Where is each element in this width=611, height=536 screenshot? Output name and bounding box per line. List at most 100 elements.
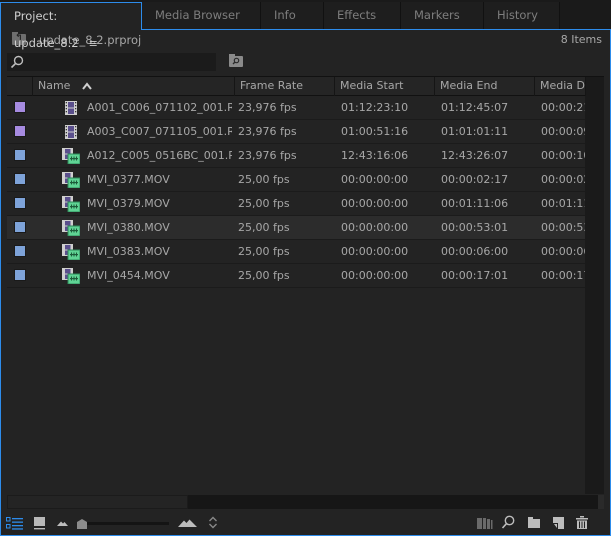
- zoom-in-icon[interactable]: [178, 519, 197, 527]
- clip-name[interactable]: A001_C006_071102_001.R3: [87, 96, 232, 119]
- slider-handle[interactable]: [77, 519, 87, 529]
- clip-name[interactable]: MVI_0454.MOV: [87, 264, 232, 287]
- media-end: 01:12:45:07: [441, 101, 509, 114]
- media-end: 00:00:06:00: [441, 245, 509, 258]
- tab-label: Markers: [414, 8, 460, 22]
- av-clip-icon: [62, 244, 80, 260]
- media-duration: 00:00:21:: [541, 101, 585, 114]
- tab-history[interactable]: History: [484, 2, 560, 29]
- clip-name[interactable]: A003_C007_071105_001.R3: [87, 120, 232, 143]
- clear-trash-icon[interactable]: [576, 516, 588, 529]
- tab-project[interactable]: Project: update_8.2 ≡: [0, 2, 142, 50]
- clip-name[interactable]: MVI_0379.MOV: [87, 192, 232, 215]
- label-column-header[interactable]: [7, 77, 32, 96]
- table-row[interactable]: MVI_0379.MOV 25,00 fps 00:00:00:00 00:01…: [7, 192, 585, 216]
- column-header-frame-rate[interactable]: Frame Rate: [234, 77, 334, 96]
- video-clip-icon: [62, 124, 80, 140]
- table-row[interactable]: A001_C006_071102_001.R3 23,976 fps 01:12…: [7, 96, 585, 120]
- table-row[interactable]: MVI_0377.MOV 25,00 fps 00:00:00:00 00:00…: [7, 168, 585, 192]
- tab-effects[interactable]: Effects: [324, 2, 401, 29]
- column-header-media-end[interactable]: Media End: [434, 77, 534, 96]
- column-header-label: Name: [38, 79, 71, 92]
- list-view-icon[interactable]: [6, 517, 24, 530]
- automate-to-sequence-icon[interactable]: [477, 518, 493, 529]
- project-panel: ↰ update_8.2.prproj 8 Items Name Frame R…: [0, 29, 611, 536]
- table-row[interactable]: MVI_0383.MOV 25,00 fps 00:00:00:00 00:00…: [7, 240, 585, 264]
- media-end: 00:00:02:17: [441, 173, 509, 186]
- search-bin-icon[interactable]: [229, 54, 243, 67]
- panel-menu-icon[interactable]: ≡: [89, 37, 98, 50]
- label-color-swatch[interactable]: [14, 269, 26, 281]
- media-start: 00:00:00:00: [341, 269, 409, 282]
- frame-rate: 25,00 fps: [238, 197, 290, 210]
- list-header: Name Frame Rate Media Start Media End Me…: [7, 76, 604, 96]
- horizontal-scroll-thumb[interactable]: [7, 495, 188, 509]
- table-row[interactable]: MVI_0454.MOV 25,00 fps 00:00:00:00 00:00…: [7, 264, 585, 288]
- video-clip-icon: [62, 100, 80, 116]
- media-end: 00:01:11:06: [441, 197, 509, 210]
- tab-markers[interactable]: Markers: [401, 2, 484, 29]
- list-rows: A001_C006_071102_001.R3 23,976 fps 01:12…: [7, 96, 585, 288]
- av-clip-icon: [62, 220, 80, 236]
- vertical-scrollbar[interactable]: [585, 96, 604, 494]
- frame-rate: 25,00 fps: [238, 245, 290, 258]
- label-color-swatch[interactable]: [14, 101, 26, 113]
- label-color-swatch[interactable]: [14, 149, 26, 161]
- tab-label: Info: [274, 8, 296, 22]
- media-end: 00:00:17:01: [441, 269, 509, 282]
- media-start: 00:00:00:00: [341, 221, 409, 234]
- media-end: 01:01:01:11: [441, 125, 509, 138]
- tab-media-browser[interactable]: Media Browser: [142, 2, 261, 29]
- media-duration: 00:00:53:: [541, 221, 585, 234]
- media-duration: 00:00:17:: [541, 269, 585, 282]
- clip-name[interactable]: MVI_0383.MOV: [87, 240, 232, 263]
- column-header-media-duration[interactable]: Media Duration: [534, 77, 585, 96]
- label-color-swatch[interactable]: [14, 125, 26, 137]
- av-clip-icon: [62, 196, 80, 212]
- media-duration: 00:00:02:: [541, 173, 585, 186]
- table-row[interactable]: A003_C007_071105_001.R3 23,976 fps 01:00…: [7, 120, 585, 144]
- new-bin-icon[interactable]: [528, 517, 541, 528]
- thumbnail-zoom-slider[interactable]: [77, 519, 169, 529]
- label-color-swatch[interactable]: [14, 245, 26, 257]
- label-color-swatch[interactable]: [14, 197, 26, 209]
- clip-name[interactable]: MVI_0377.MOV: [87, 168, 232, 191]
- column-header-media-start[interactable]: Media Start: [334, 77, 434, 96]
- panel-footer: [1, 512, 610, 535]
- search-icon: [10, 55, 24, 69]
- sort-ascending-icon: [82, 82, 92, 90]
- av-clip-icon: [62, 148, 80, 164]
- sort-icons-icon[interactable]: [208, 516, 218, 529]
- frame-rate: 25,00 fps: [238, 173, 290, 186]
- icon-view-icon[interactable]: [34, 517, 46, 530]
- media-end: 12:43:26:07: [441, 149, 509, 162]
- media-start: 12:43:16:06: [341, 149, 409, 162]
- media-duration: 00:00:09:: [541, 125, 585, 138]
- media-duration: 00:01:11:: [541, 197, 585, 210]
- panel-tab-bar: Project: update_8.2 ≡ Media Browser Info …: [0, 0, 611, 50]
- horizontal-scrollbar[interactable]: [7, 495, 598, 509]
- media-start: 01:12:23:10: [341, 101, 409, 114]
- frame-rate: 23,976 fps: [238, 149, 297, 162]
- frame-rate: 25,00 fps: [238, 221, 290, 234]
- frame-rate: 25,00 fps: [238, 269, 290, 282]
- label-color-swatch[interactable]: [14, 173, 26, 185]
- media-start: 00:00:00:00: [341, 197, 409, 210]
- media-start: 01:00:51:16: [341, 125, 409, 138]
- av-clip-icon: [62, 172, 80, 188]
- tab-label: History: [497, 8, 538, 22]
- tab-label: Effects: [337, 8, 377, 22]
- media-start: 00:00:00:00: [341, 245, 409, 258]
- tab-info[interactable]: Info: [261, 2, 324, 29]
- table-row[interactable]: MVI_0380.MOV 25,00 fps 00:00:00:00 00:00…: [7, 216, 585, 240]
- column-header-name[interactable]: Name: [32, 77, 234, 96]
- find-icon[interactable]: [501, 515, 515, 530]
- scroll-corner: [598, 495, 604, 509]
- zoom-out-icon[interactable]: [57, 520, 68, 526]
- table-row[interactable]: A012_C005_0516BC_001.R 23,976 fps 12:43:…: [7, 144, 585, 168]
- av-clip-icon: [62, 268, 80, 284]
- label-color-swatch[interactable]: [14, 221, 26, 233]
- new-item-icon[interactable]: [553, 517, 564, 529]
- clip-name[interactable]: A012_C005_0516BC_001.R: [87, 144, 232, 167]
- clip-name[interactable]: MVI_0380.MOV: [87, 216, 232, 239]
